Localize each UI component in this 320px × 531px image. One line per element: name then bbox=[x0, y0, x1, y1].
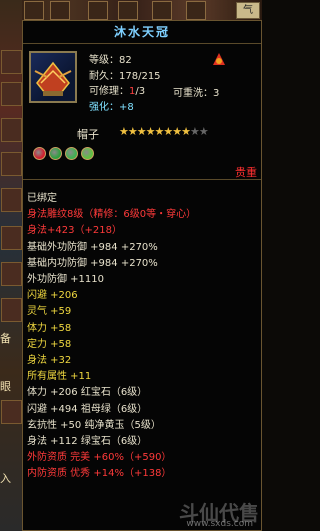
attribute-line: 基础内功防御 +984 +270% bbox=[27, 257, 158, 269]
side-slot[interactable] bbox=[1, 50, 22, 74]
star-rating: ★★★★★★★★★★ bbox=[119, 125, 209, 138]
attribute-line: 玄抗性 +50 纯净黄玉（5级） bbox=[27, 419, 161, 431]
divider bbox=[23, 179, 261, 180]
attribute-line: 所有属性 +11 bbox=[27, 371, 92, 383]
attribute-line: 身法 +112 绿宝石（6级） bbox=[27, 436, 148, 448]
side-slot[interactable] bbox=[1, 226, 22, 250]
qi-tab[interactable]: 气 bbox=[236, 2, 260, 19]
item-name: 沐水天冠 bbox=[23, 21, 261, 44]
star-icon: ★ bbox=[172, 125, 182, 138]
item-icon bbox=[29, 51, 77, 103]
durability-label: 耐久： bbox=[89, 70, 119, 82]
item-stats: 等级：82 耐久：178/215 可修理：1/3 强化：+8 bbox=[89, 53, 161, 115]
watermark-url: www.sxds.com bbox=[186, 519, 253, 529]
side-label: 入 bbox=[0, 472, 11, 485]
side-slot[interactable] bbox=[1, 82, 22, 106]
hat-icon bbox=[34, 61, 72, 96]
durability-value: 178/215 bbox=[119, 70, 161, 82]
gem-icon bbox=[65, 147, 78, 160]
top-slot[interactable] bbox=[50, 1, 70, 20]
attribute-line: 外功防御 +1110 bbox=[27, 274, 105, 286]
top-slot[interactable] bbox=[186, 1, 206, 20]
star-icon: ★ bbox=[127, 125, 138, 138]
star-icon: ★ bbox=[181, 125, 191, 138]
gem-icon bbox=[33, 147, 46, 160]
precious-label: 贵重 bbox=[235, 166, 257, 179]
gem-icon bbox=[49, 147, 62, 160]
top-slot[interactable] bbox=[24, 1, 44, 20]
rewash-value: 3 bbox=[213, 88, 220, 99]
attribute-line: 内防资质 优秀 +14%（+138） bbox=[27, 468, 172, 480]
repair-label: 可修理： bbox=[89, 86, 129, 97]
attribute-line: 身法+423（+218） bbox=[27, 225, 122, 237]
side-slot[interactable] bbox=[1, 298, 22, 322]
star-icon: ★ bbox=[145, 125, 156, 138]
gem-sockets bbox=[33, 145, 97, 164]
rewash-label: 可重洗： bbox=[173, 88, 213, 99]
attribute-line: 身法 +32 bbox=[27, 355, 72, 367]
attribute-line: 闪避 +206 bbox=[27, 290, 78, 302]
attribute-line: 灵气 +59 bbox=[27, 306, 72, 318]
side-label: 备 bbox=[0, 332, 11, 345]
star-icon: ★ bbox=[190, 125, 200, 138]
attribute-line: 已绑定 bbox=[27, 193, 57, 204]
item-type: 帽子 bbox=[77, 128, 99, 141]
star-icon: ★ bbox=[119, 125, 129, 138]
star-icon: ★ bbox=[198, 125, 209, 138]
attribute-line: 身法雕纹8级（精修：6级0等・穿心） bbox=[27, 209, 197, 221]
enhance-value: +8 bbox=[119, 101, 134, 113]
attribute-line: 体力 +206 红宝石（6级） bbox=[27, 387, 148, 399]
attribute-list: 已绑定身法雕纹8级（精修：6级0等・穿心） 身法+423（+218） 基础外功防御 … bbox=[27, 191, 196, 483]
enhance-label: 强化： bbox=[89, 101, 119, 113]
attribute-line: 外防资质 完美 +60%（+590） bbox=[27, 452, 172, 464]
level-label: 等级： bbox=[89, 55, 119, 66]
top-slot[interactable] bbox=[88, 1, 108, 20]
star-icon: ★ bbox=[136, 125, 147, 138]
side-slot[interactable] bbox=[1, 262, 22, 286]
top-slot[interactable] bbox=[118, 1, 138, 20]
side-label: 眼 bbox=[0, 380, 11, 393]
level-value: 82 bbox=[119, 55, 132, 66]
quality-mark-icon bbox=[213, 53, 225, 65]
attribute-line: 体力 +58 bbox=[27, 322, 72, 334]
side-slot[interactable] bbox=[1, 400, 22, 424]
top-slot[interactable] bbox=[152, 1, 172, 20]
star-icon: ★ bbox=[163, 125, 173, 138]
repair-total: /3 bbox=[135, 86, 146, 97]
attribute-line: 定力 +58 bbox=[27, 338, 72, 350]
game-left-bar: 备 眼 入 bbox=[0, 0, 22, 531]
rewash: 可重洗：3 bbox=[173, 84, 219, 99]
attribute-line: 基础外功防御 +984 +270% bbox=[27, 241, 158, 253]
gem-icon bbox=[81, 147, 94, 160]
side-slot[interactable] bbox=[1, 188, 22, 212]
game-top-bar: 气 bbox=[0, 0, 262, 20]
item-tooltip: 沐水天冠 等级：82 耐久：178/215 可修理：1/3 强化：+8 可重洗：… bbox=[22, 20, 262, 531]
side-slot[interactable] bbox=[1, 152, 22, 176]
attribute-line: 闪避 +494 祖母绿（6级） bbox=[27, 403, 148, 415]
side-slot[interactable] bbox=[1, 118, 22, 142]
